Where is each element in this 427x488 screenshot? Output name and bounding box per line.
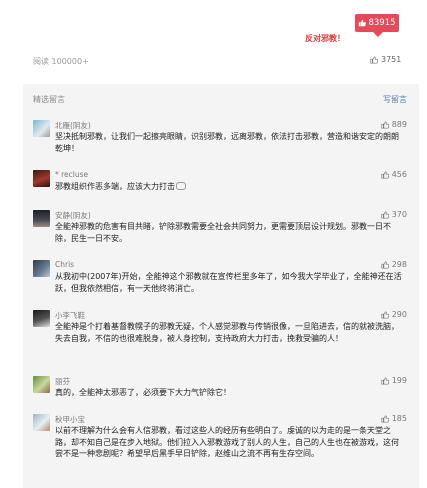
comment-like-button[interactable]: 370 <box>381 210 407 219</box>
comment-like-button[interactable]: 185 <box>381 414 407 423</box>
comment-nickname[interactable]: 小李飞鞋 <box>55 310 85 321</box>
comment-nickname[interactable]: 安静(阴友) <box>55 210 91 221</box>
comments-section: 精选留言 写留言 北雁(阴友) 889 坚决抵制邪教，让我们一起擦亮眼睛，识别邪… <box>23 84 419 488</box>
article-like-button[interactable]: 3751 <box>370 55 401 64</box>
comment-item: * recluse 456 邪教组织作恶多端，应该大力打击 <box>33 170 407 196</box>
comment-like-count: 185 <box>391 414 407 423</box>
thumb-up-icon <box>381 210 389 219</box>
avatar[interactable] <box>33 414 50 431</box>
comments-header: 精选留言 写留言 <box>33 94 407 106</box>
comment-like-count: 199 <box>391 376 407 385</box>
comment-text: 以前不理解为什么会有人信邪教，看过这些人的经历有些明白了。虔诚的以为走的是一条天… <box>55 426 399 458</box>
comments-title: 精选留言 <box>33 95 65 104</box>
comment-text: 从我初中(2007年)开始，全能神这个邪教就在宣传栏里多年了，如今我大学毕业了，… <box>55 272 402 293</box>
comment-text: 全能神是个打着基督教幌子的邪教无疑，个人感觉邪教与传销很像，一旦陷进去，信的就被… <box>55 322 399 343</box>
article-like-count: 3751 <box>381 55 402 64</box>
write-comment-link[interactable]: 写留言 <box>383 94 407 105</box>
slogan-text: 反对邪教！ <box>305 34 345 43</box>
comment-nickname[interactable]: 北雁(阴友) <box>55 120 91 131</box>
comment-item: 秋甲小宝 185 以前不理解为什么会有人信邪教，看过这些人的经历有些明白了。虔诚… <box>33 414 407 474</box>
thumb-up-icon <box>381 376 389 385</box>
comment-item: 丽芬 199 真的，全能神太邪恶了，必须要下大力气铲除它！ <box>33 376 407 402</box>
comment-text: 坚决抵制邪教，让我们一起擦亮眼睛，识别邪教，远离邪教，依法打击邪教，营造和谐安定… <box>55 132 399 153</box>
thumb-up-icon <box>381 310 389 319</box>
emoji-icon <box>176 182 186 190</box>
thumb-up-icon <box>381 414 389 423</box>
article-footer: 83915 反对邪教！ 阅读 100000+ 3751 <box>0 0 427 82</box>
comment-like-count: 290 <box>391 310 407 319</box>
comment-like-button[interactable]: 290 <box>381 310 407 319</box>
comment-text: 邪教组织作恶多端，应该大力打击 <box>55 181 405 193</box>
comment-text: 真的，全能神太邪恶了，必须要下大力气铲除它！ <box>55 388 231 397</box>
comment-nickname[interactable]: 秋甲小宝 <box>55 414 85 425</box>
comment-like-button[interactable]: 889 <box>381 120 407 129</box>
comment-like-button[interactable]: 199 <box>381 376 407 385</box>
avatar[interactable] <box>33 170 50 187</box>
comment-like-button[interactable]: 456 <box>381 170 407 179</box>
read-count: 阅读 100000+ <box>33 57 89 66</box>
comment-like-count: 370 <box>391 210 407 219</box>
comment-item: 小李飞鞋 290 全能神是个打着基督教幌子的邪教无疑，个人感觉邪教与传销很像，一… <box>33 310 407 358</box>
comment-nickname[interactable]: * recluse <box>55 170 88 179</box>
comment-item: Chris 298 从我初中(2007年)开始，全能神这个邪教就在宣传栏里多年了… <box>33 260 407 296</box>
avatar[interactable] <box>33 260 50 277</box>
thumb-up-icon <box>381 170 389 179</box>
comment-text: 全能神邪教的危害有目共睹，铲除邪教需要全社会共同努力，更需要顶层设计规划。邪教一… <box>55 222 391 243</box>
thumb-up-icon <box>381 260 389 269</box>
comment-like-count: 298 <box>391 260 407 269</box>
avatar[interactable] <box>33 120 50 137</box>
comment-nickname[interactable]: Chris <box>55 260 74 269</box>
heart-thumb-icon <box>359 19 367 27</box>
like-badge-count: 83915 <box>368 18 396 28</box>
comment-like-button[interactable]: 298 <box>381 260 407 269</box>
comment-like-count: 456 <box>391 170 407 179</box>
comment-nickname[interactable]: 丽芬 <box>55 376 70 387</box>
thumb-up-icon <box>370 55 378 64</box>
thumb-up-icon <box>381 120 389 129</box>
like-badge[interactable]: 83915 <box>355 14 399 37</box>
comment-like-count: 889 <box>391 120 407 129</box>
avatar[interactable] <box>33 210 50 227</box>
comment-item: 安静(阴友) 370 全能神邪教的危害有目共睹，铲除邪教需要全社会共同努力，更需… <box>33 210 407 246</box>
comment-item: 北雁(阴友) 889 坚决抵制邪教，让我们一起擦亮眼睛，识别邪教，远离邪教，依法… <box>33 120 407 156</box>
comment-text-content: 邪教组织作恶多端，应该大力打击 <box>55 182 175 191</box>
avatar[interactable] <box>33 376 50 393</box>
avatar[interactable] <box>33 310 50 327</box>
